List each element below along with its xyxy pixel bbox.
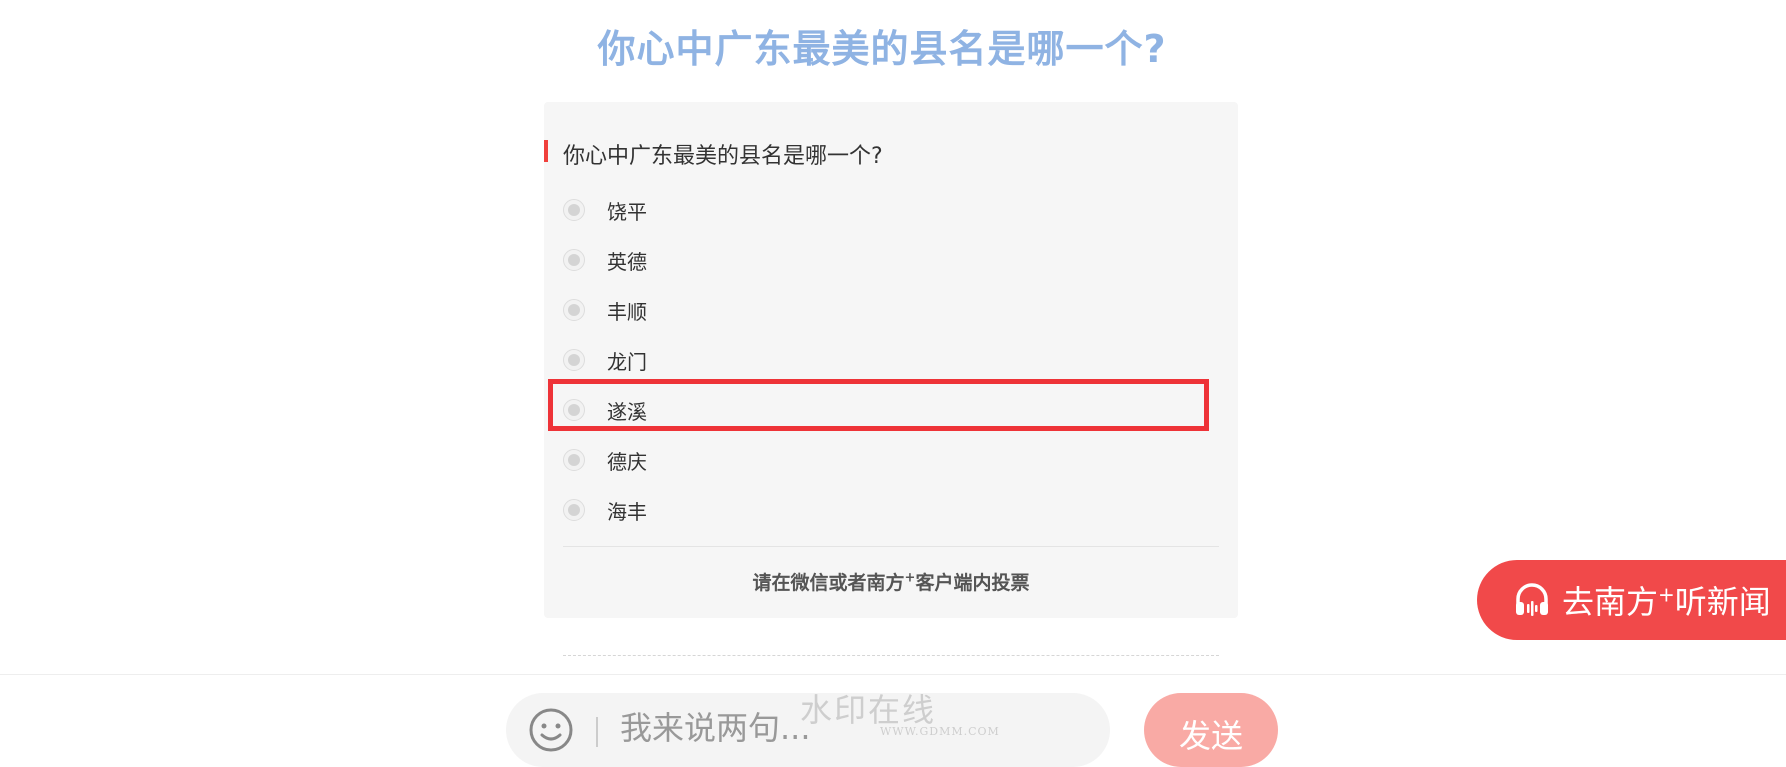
radio-dot — [568, 504, 580, 516]
highlight-box — [548, 379, 1209, 431]
option-label: 丰顺 — [607, 299, 647, 324]
option-label: 龙门 — [607, 349, 647, 374]
headphones-icon — [1516, 583, 1548, 616]
vote-notice-prefix: 请在微信或者南方 — [752, 572, 905, 594]
option-haifeng[interactable]: 海丰 — [563, 485, 1203, 535]
vote-notice: 请在微信或者南方+客户端内投票 — [544, 568, 1238, 595]
radio-button[interactable] — [563, 249, 585, 271]
vote-card: 你心中广东最美的县名是哪一个? 饶平 英德 丰顺 龙门 遂溪 德庆 海丰 请在微… — [544, 102, 1238, 618]
watermark-sub: WWW.GDMM.COM — [880, 725, 1000, 738]
smiley-icon[interactable] — [528, 707, 574, 753]
option-label: 德庆 — [607, 449, 647, 474]
watermark: 水印在线 WWW.GDMM.COM — [800, 694, 1000, 738]
vote-notice-suffix: 客户端内投票 — [915, 572, 1030, 594]
option-list: 饶平 英德 丰顺 龙门 遂溪 德庆 海丰 — [563, 185, 1203, 535]
bottom-bar-divider — [0, 674, 1786, 675]
option-label: 海丰 — [607, 499, 647, 524]
question-accent-bar — [544, 140, 548, 162]
watermark-main: 水印在线 — [800, 691, 937, 729]
radio-button[interactable] — [563, 199, 585, 221]
option-longmen[interactable]: 龙门 — [563, 335, 1203, 385]
dashed-divider — [563, 655, 1219, 656]
option-yingde[interactable]: 英德 — [563, 235, 1203, 285]
question-text: 你心中广东最美的县名是哪一个? — [563, 144, 883, 169]
listen-news-label: 去南方+听新闻 — [1562, 577, 1771, 623]
listen-suffix: 听新闻 — [1674, 583, 1771, 621]
comment-separator — [596, 717, 598, 747]
option-label: 饶平 — [607, 199, 647, 224]
radio-button[interactable] — [563, 499, 585, 521]
send-button[interactable]: 发送 — [1144, 693, 1278, 767]
radio-button[interactable] — [563, 299, 585, 321]
radio-dot — [568, 354, 580, 366]
vote-notice-plus: + — [904, 570, 916, 586]
option-raoping[interactable]: 饶平 — [563, 185, 1203, 235]
listen-news-button[interactable]: 去南方+听新闻 — [1477, 560, 1786, 640]
option-label: 英德 — [607, 249, 647, 274]
listen-prefix: 去南方 — [1562, 583, 1659, 621]
radio-button[interactable] — [563, 449, 585, 471]
radio-dot — [568, 254, 580, 266]
radio-button[interactable] — [563, 349, 585, 371]
option-fengshun[interactable]: 丰顺 — [563, 285, 1203, 335]
radio-dot — [568, 304, 580, 316]
page-title: 你心中广东最美的县名是哪一个? — [597, 27, 1167, 71]
radio-dot — [568, 204, 580, 216]
radio-dot — [568, 454, 580, 466]
listen-plus: + — [1658, 582, 1675, 607]
option-deqing[interactable]: 德庆 — [563, 435, 1203, 485]
card-divider — [563, 546, 1219, 547]
